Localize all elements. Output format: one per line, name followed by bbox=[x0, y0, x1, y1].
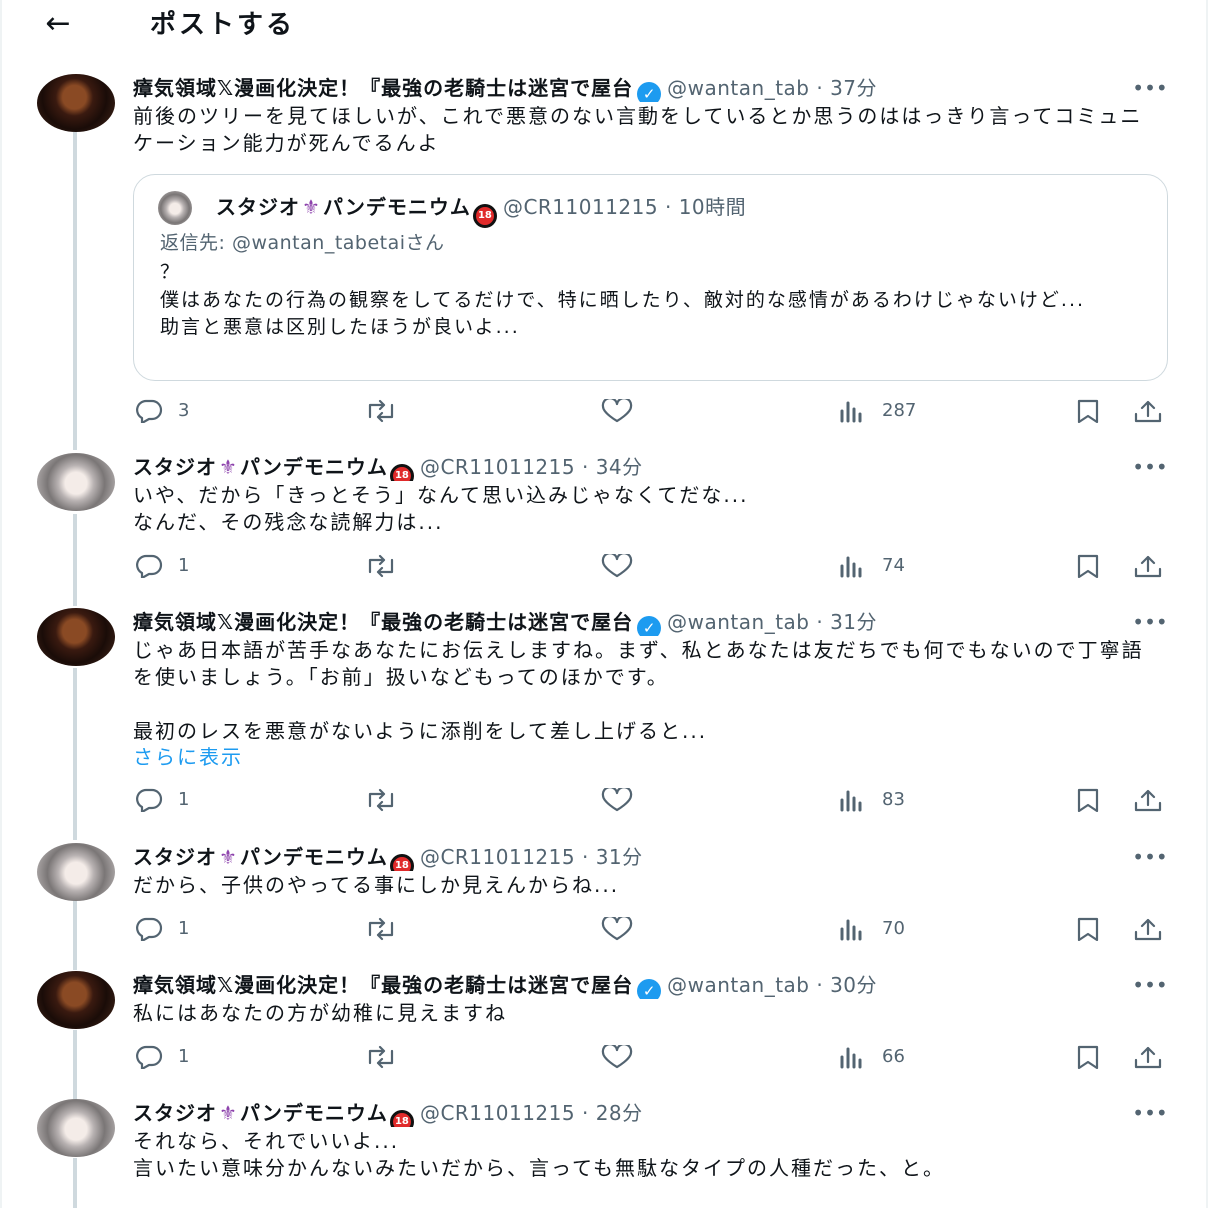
timestamp[interactable]: 31分 bbox=[596, 845, 643, 869]
reply-count: 1 bbox=[178, 918, 190, 939]
post-text: 前後のツリーを見てほしいが、これで悪意のない言動をしているとか思うのははっきり言… bbox=[133, 104, 1143, 155]
more-icon[interactable]: ••• bbox=[1130, 453, 1170, 481]
age-18-badge-icon: 18 bbox=[389, 464, 414, 481]
age-18-badge-icon: 18 bbox=[389, 854, 414, 871]
views-count: 287 bbox=[882, 400, 917, 421]
avatar[interactable] bbox=[37, 971, 115, 1029]
avatar bbox=[158, 191, 192, 225]
display-name: スタジオ ⚜ パンデモニウム bbox=[216, 195, 471, 219]
reply-count: 3 bbox=[178, 400, 190, 421]
handle[interactable]: @wantan_tab bbox=[667, 973, 809, 997]
post-text: だから、子供のやってる事にしか見えんからね... bbox=[133, 873, 620, 897]
age-18-badge-icon: 18 bbox=[389, 1110, 414, 1127]
action-bar: 1 83 bbox=[0, 783, 1208, 817]
views-count: 83 bbox=[882, 789, 905, 810]
post-text: いや、だから「きっとそう」なんて思い込みじゃなくてだな... なんだ、その残念な… bbox=[133, 483, 749, 534]
reply-context: 返信先: @wantan_tabetaiさん bbox=[160, 232, 445, 254]
views-count: 66 bbox=[882, 1046, 905, 1067]
post-header: 瘴気領域𝕏漫画化決定！『最強の老騎士は迷宮で屋台 ✓ @wantan_tab · 3… bbox=[133, 971, 1168, 999]
more-icon[interactable]: ••• bbox=[1130, 843, 1170, 871]
more-icon[interactable]: ••• bbox=[1130, 74, 1170, 102]
avatar[interactable] bbox=[37, 74, 115, 132]
action-bar: 1 74 bbox=[0, 549, 1208, 583]
display-name[interactable]: スタジオ ⚜ パンデモニウム bbox=[133, 455, 388, 479]
post-text: じゃあ日本語が苦手なあなたにお伝えしますね。まず、私とあなたは友だちでも何でもな… bbox=[133, 638, 1144, 743]
show-more-link[interactable]: さらに表示 bbox=[133, 743, 243, 771]
action-bar: 1 66 bbox=[0, 1040, 1208, 1074]
quoted-text: ？ 僕はあなたの行為の観察をしてるだけで、特に晒したり、敵対的な感情があるわけじ… bbox=[160, 261, 1086, 338]
post-header: スタジオ ⚜ パンデモニウム 18 @CR11011215 · 28分 bbox=[133, 1099, 1168, 1127]
handle[interactable]: @CR11011215 bbox=[420, 845, 575, 869]
avatar[interactable] bbox=[37, 608, 115, 666]
fleur-de-lis-icon: ⚜ bbox=[219, 1101, 238, 1125]
post-header: スタジオ ⚜ パンデモニウム 18 @CR11011215 · 34分 bbox=[133, 453, 1168, 481]
arrow-left-icon[interactable]: ← bbox=[36, 4, 80, 48]
verified-badge-icon: ✓ bbox=[637, 979, 662, 999]
handle[interactable]: @CR11011215 bbox=[420, 1101, 575, 1125]
timestamp[interactable]: 28分 bbox=[596, 1101, 643, 1125]
reply-count: 1 bbox=[178, 555, 190, 576]
fleur-de-lis-icon: ⚜ bbox=[219, 845, 238, 869]
views-count: 70 bbox=[882, 918, 905, 939]
display-name[interactable]: 瘴気領域𝕏漫画化決定！『最強の老騎士は迷宮で屋台 bbox=[133, 610, 633, 634]
quoted-post[interactable]: スタジオ ⚜ パンデモニウム 18 @CR11011215 · 10時間 返信先: @w… bbox=[133, 174, 1168, 381]
fleur-de-lis-icon: ⚜ bbox=[219, 455, 238, 479]
action-bar: 3 287 bbox=[0, 394, 1208, 428]
more-icon[interactable]: ••• bbox=[1130, 971, 1170, 999]
post-header: 瘴気領域𝕏漫画化決定！『最強の老騎士は迷宮で屋台 ✓ @wantan_tab · 3… bbox=[133, 608, 1168, 636]
reply-to-handle[interactable]: @wantan_tabetai bbox=[232, 232, 406, 254]
display-name[interactable]: スタジオ ⚜ パンデモニウム bbox=[133, 1101, 388, 1125]
page-title: ポストする bbox=[150, 10, 296, 40]
display-name[interactable]: 瘴気領域𝕏漫画化決定！『最強の老騎士は迷宮で屋台 bbox=[133, 973, 633, 997]
timestamp[interactable]: 31分 bbox=[830, 610, 877, 634]
age-18-badge-icon: 18 bbox=[472, 204, 497, 228]
verified-badge-icon: ✓ bbox=[637, 616, 662, 636]
post-text: 私にはあなたの方が幼稚に見えますね bbox=[133, 1001, 507, 1025]
fleur-de-lis-icon: ⚜ bbox=[302, 195, 321, 219]
timestamp[interactable]: 37分 bbox=[830, 76, 877, 100]
reply-count: 1 bbox=[178, 1046, 190, 1067]
display-name[interactable]: 瘴気領域𝕏漫画化決定！『最強の老騎士は迷宮で屋台 bbox=[133, 76, 633, 100]
post-text: それなら、それでいいよ... 言いたい意味分かんないみたいだから、言っても無駄な… bbox=[133, 1129, 945, 1180]
post-header: スタジオ ⚜ パンデモニウム 18 @CR11011215 · 31分 bbox=[133, 843, 1168, 871]
handle[interactable]: @CR11011215 bbox=[420, 455, 575, 479]
post-header: 瘴気領域𝕏漫画化決定！『最強の老騎士は迷宮で屋台 ✓ @wantan_tab · 3… bbox=[133, 74, 1168, 102]
header: ← ポストする bbox=[0, 0, 1208, 56]
handle[interactable]: @wantan_tab bbox=[667, 610, 809, 634]
timestamp[interactable]: 30分 bbox=[830, 973, 877, 997]
thread-line bbox=[73, 1158, 77, 1208]
quote-header: スタジオ ⚜ パンデモニウム 18 @CR11011215 · 10時間 bbox=[216, 191, 747, 228]
handle: @CR11011215 bbox=[502, 195, 659, 219]
action-bar: 1 70 bbox=[0, 912, 1208, 946]
reply-count: 1 bbox=[178, 789, 190, 810]
avatar[interactable] bbox=[37, 1099, 115, 1157]
verified-badge-icon: ✓ bbox=[637, 82, 662, 102]
timestamp: 10時間 bbox=[678, 195, 747, 219]
display-name[interactable]: スタジオ ⚜ パンデモニウム bbox=[133, 845, 388, 869]
views-count: 74 bbox=[882, 555, 905, 576]
avatar[interactable] bbox=[37, 843, 115, 901]
more-icon[interactable]: ••• bbox=[1130, 608, 1170, 636]
handle[interactable]: @wantan_tab bbox=[667, 76, 809, 100]
timestamp[interactable]: 34分 bbox=[596, 455, 643, 479]
avatar[interactable] bbox=[37, 453, 115, 511]
more-icon[interactable]: ••• bbox=[1130, 1099, 1170, 1127]
